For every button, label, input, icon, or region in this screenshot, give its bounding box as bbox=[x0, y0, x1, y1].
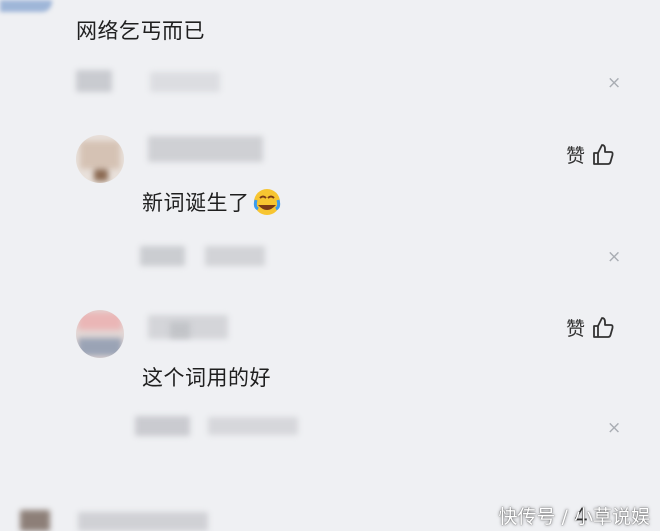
like-button[interactable]: 赞 bbox=[566, 314, 615, 341]
thumbs-up-icon bbox=[593, 316, 614, 338]
partial-avatar-blur bbox=[20, 510, 50, 531]
partial-meta-blur bbox=[78, 512, 208, 531]
comment-2-text-label: 新词诞生了 bbox=[142, 191, 250, 215]
close-icon[interactable]: × bbox=[607, 249, 621, 266]
comment-1-meta-blur bbox=[150, 72, 220, 92]
close-icon[interactable]: × bbox=[607, 420, 621, 437]
avatar[interactable] bbox=[76, 135, 124, 183]
watermark: 快传号 / 小草说娱 bbox=[498, 506, 650, 528]
thumbs-up-icon bbox=[593, 143, 614, 165]
comment-2-text: 新词诞生了 bbox=[142, 187, 282, 217]
comment-2-meta-blur bbox=[205, 246, 265, 266]
comment-2-username-blur bbox=[148, 136, 263, 162]
close-icon[interactable]: × bbox=[607, 75, 621, 92]
crying-laughing-emoji-icon bbox=[253, 189, 280, 215]
comment-3-meta-blur bbox=[208, 417, 298, 435]
like-label: 赞 bbox=[566, 318, 586, 340]
like-button[interactable]: 赞 bbox=[566, 141, 615, 168]
comment-3-username-blur bbox=[170, 322, 190, 338]
comment-2-meta-blur bbox=[140, 246, 185, 266]
comment-3-text: 这个词用的好 bbox=[142, 366, 271, 390]
like-label: 赞 bbox=[566, 145, 586, 167]
comment-1-meta-blur bbox=[76, 70, 112, 92]
avatar[interactable] bbox=[76, 310, 124, 358]
top-avatar-fragment bbox=[0, 0, 52, 12]
comment-3-meta-blur bbox=[135, 416, 190, 436]
comment-1-text: 网络乞丐而已 bbox=[76, 19, 205, 43]
